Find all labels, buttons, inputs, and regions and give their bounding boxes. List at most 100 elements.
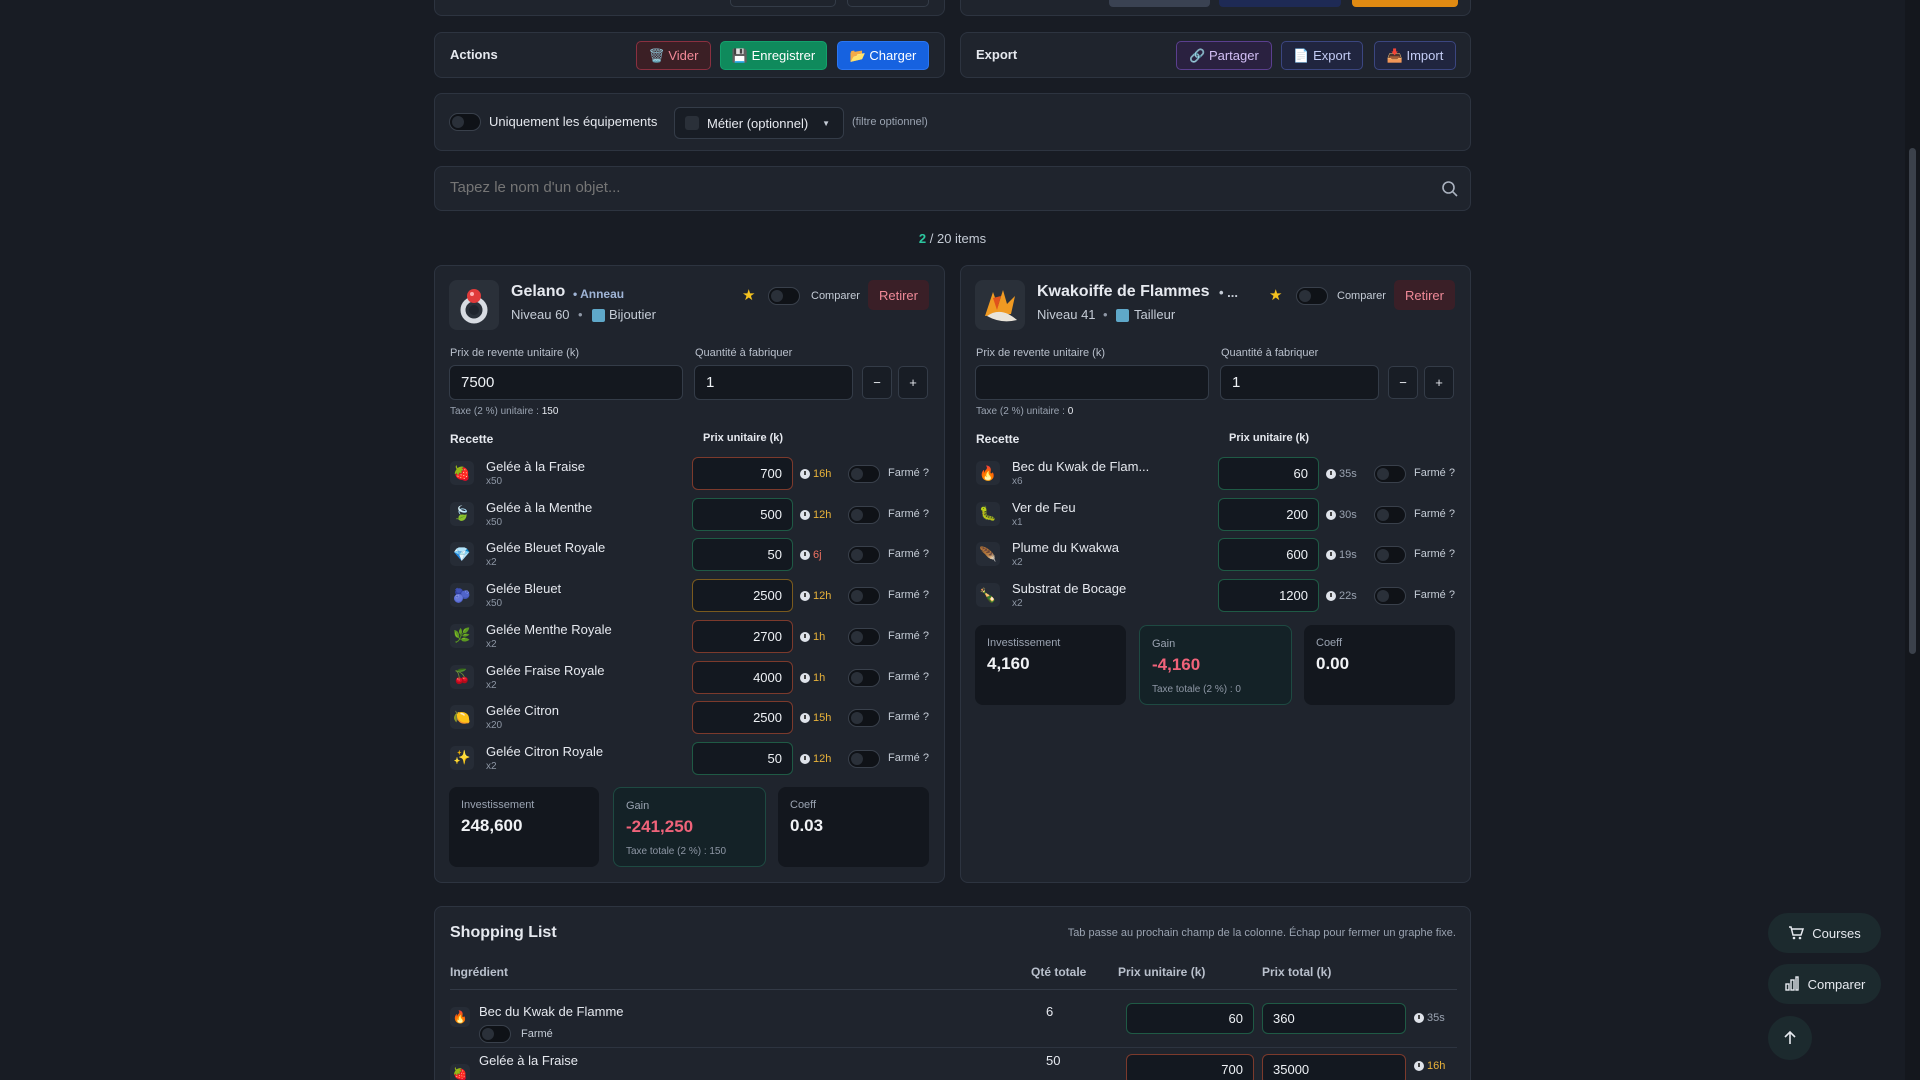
ingredient-name: Plume du Kwakwa: [1012, 540, 1119, 556]
chevron-down-icon: ▼: [822, 118, 831, 128]
table-row: 🍓 Gelée à la Fraise 50 700 35000 16h: [450, 1049, 1457, 1080]
row-total-price-input[interactable]: 360: [1262, 1003, 1406, 1034]
ingredient-row: 🔥 Bec du Kwak de Flam... x6 60 35s Farmé ?: [961, 454, 1470, 494]
ingredient-qty: x20: [486, 720, 503, 732]
farmed-toggle[interactable]: [848, 587, 880, 606]
ingredient-icon: 🔥: [976, 461, 1000, 485]
compare-fab-button[interactable]: Comparer: [1768, 964, 1881, 1004]
ingredient-row: 🍾 Substrat de Bocage x2 1200 22s Farmé ?: [961, 576, 1470, 616]
ingredient-qty: x2: [486, 760, 497, 772]
farmed-toggle[interactable]: [848, 709, 880, 728]
farmed-toggle[interactable]: [848, 546, 880, 565]
ingredient-price-input[interactable]: 500: [692, 497, 793, 531]
ingredient-price-input[interactable]: 1200: [1218, 579, 1319, 613]
farmed-toggle[interactable]: [848, 627, 880, 646]
row-total-price-input[interactable]: 35000: [1262, 1054, 1406, 1080]
row-farmed-toggle[interactable]: [479, 1025, 511, 1043]
equipment-only-toggle[interactable]: [449, 113, 481, 131]
load-button[interactable]: 📂 Charger: [837, 41, 929, 70]
top-partial-orange-button[interactable]: [1352, 0, 1458, 7]
ingredient-price-input[interactable]: 60: [1218, 457, 1319, 490]
top-partial-tab-2[interactable]: [1219, 0, 1341, 7]
ingredient-price-input[interactable]: 50: [692, 741, 793, 775]
ingredient-time-label: 35s: [1339, 468, 1357, 480]
import-button[interactable]: 📥 Import: [1374, 41, 1456, 70]
ingredient-row: 🍋 Gelée Citron x20 2500 15h Farmé ?: [435, 698, 944, 738]
clear-button[interactable]: 🗑️ Vider: [636, 41, 711, 70]
ingredient-price-input[interactable]: 2700: [692, 619, 793, 653]
ingredient-name: Bec du Kwak de Flam...: [1012, 459, 1150, 474]
ingredient-icon: 💎: [450, 542, 474, 567]
col-ingredient: Ingrédient: [450, 965, 509, 979]
actions-title: Actions: [450, 47, 498, 62]
ingredient-qty: x2: [1012, 598, 1023, 610]
farmed-toggle[interactable]: [848, 668, 880, 687]
save-button[interactable]: 💾 Enregistrer: [720, 41, 827, 70]
top-partial-input[interactable]: [730, 0, 836, 7]
gain-box: Gain -241,250 Taxe totale (2 %) : 150: [613, 787, 766, 867]
cart-icon: [1789, 926, 1805, 940]
row-qty: 6: [1046, 1004, 1054, 1019]
ingredient-icon: 🫐: [450, 583, 474, 608]
farmed-label: Farmé ?: [888, 670, 929, 683]
row-time-label: 16h: [1427, 1060, 1446, 1072]
ingredient-price-input[interactable]: 700: [692, 457, 793, 490]
ingredient-time-label: 16h: [813, 468, 832, 480]
shopping-list-panel: Shopping List Tab passe au prochain cham…: [434, 906, 1471, 1080]
courses-button[interactable]: Courses: [1768, 913, 1881, 953]
top-partial-tab[interactable]: [1109, 0, 1210, 7]
gain-total-tax: Taxe totale (2 %) : 0: [1152, 684, 1241, 695]
ingredient-name: Gelée à la Fraise: [486, 459, 585, 474]
metier-select[interactable]: Métier (optionnel) ▼: [674, 107, 844, 139]
row-icon: 🔥: [450, 1007, 470, 1027]
ingredient-price-input[interactable]: 4000: [692, 660, 793, 694]
farmed-toggle[interactable]: [1374, 465, 1406, 483]
ingredient-price-input[interactable]: 2500: [692, 579, 793, 613]
clock-icon: [800, 672, 810, 683]
share-button[interactable]: 🔗 Partager: [1176, 41, 1272, 70]
export-panel: Export 🔗 Partager 📄 Export 📥 Import: [960, 32, 1471, 78]
gain-value: -4,160: [1152, 655, 1201, 674]
export-button[interactable]: 📄 Export: [1281, 41, 1363, 70]
ingredient-row: 🍃 Gelée à la Menthe x50 500 12h Farmé ?: [435, 495, 944, 535]
search-box[interactable]: [434, 166, 1471, 211]
farmed-toggle[interactable]: [1374, 505, 1406, 524]
clock-icon: [1414, 1061, 1424, 1071]
investment-value: 4,160: [987, 654, 1030, 673]
farmed-toggle[interactable]: [1374, 587, 1406, 606]
row-unit-price-input[interactable]: 60: [1126, 1003, 1254, 1034]
metier-select-label: Métier (optionnel): [707, 115, 809, 131]
row-name: Bec du Kwak de Flamme: [479, 1004, 624, 1019]
item-card-kwakoiffe: Kwakoiffe de Flammes • ... Niveau 41 • T…: [960, 265, 1471, 883]
filters-panel: Uniquement les équipements Métier (optio…: [434, 93, 1471, 151]
ingredient-time-label: 6j: [813, 549, 822, 562]
farmed-toggle[interactable]: [1374, 546, 1406, 565]
col-total-price: Prix total (k): [1262, 965, 1332, 979]
scrollbar-thumb[interactable]: [1909, 148, 1916, 654]
ingredient-row: ✨ Gelée Citron Royale x2 50 12h Farmé ?: [435, 739, 944, 779]
ingredient-qty: x1: [1012, 516, 1023, 528]
farmed-toggle[interactable]: [848, 505, 880, 524]
clock-icon: [800, 509, 810, 520]
row-unit-price-input[interactable]: 700: [1126, 1054, 1254, 1080]
ingredient-time-label: 1h: [813, 671, 826, 684]
ingredient-time: 15h: [800, 712, 831, 724]
ingredient-price-input[interactable]: 200: [1218, 497, 1319, 531]
ingredient-time-label: 12h: [813, 752, 832, 765]
clock-icon: [1326, 509, 1336, 520]
farmed-toggle[interactable]: [848, 749, 880, 768]
farmed-toggle[interactable]: [848, 465, 880, 483]
ingredient-price-input[interactable]: 600: [1218, 538, 1319, 572]
search-input[interactable]: [450, 179, 1350, 196]
ingredient-price-input[interactable]: 2500: [692, 701, 793, 735]
ingredient-icon: 🌿: [450, 623, 474, 648]
search-icon[interactable]: [1441, 180, 1459, 198]
ingredient-name: Gelée Bleuet: [486, 581, 562, 597]
ingredient-price-input[interactable]: 50: [692, 538, 793, 572]
top-partial-button[interactable]: [847, 0, 929, 7]
ingredient-qty: x2: [486, 679, 497, 691]
row-time: 35s: [1414, 1012, 1445, 1024]
farmed-label: Farmé ?: [888, 467, 929, 479]
scroll-top-button[interactable]: [1768, 1016, 1812, 1060]
top-panel-right: [960, 0, 1471, 16]
